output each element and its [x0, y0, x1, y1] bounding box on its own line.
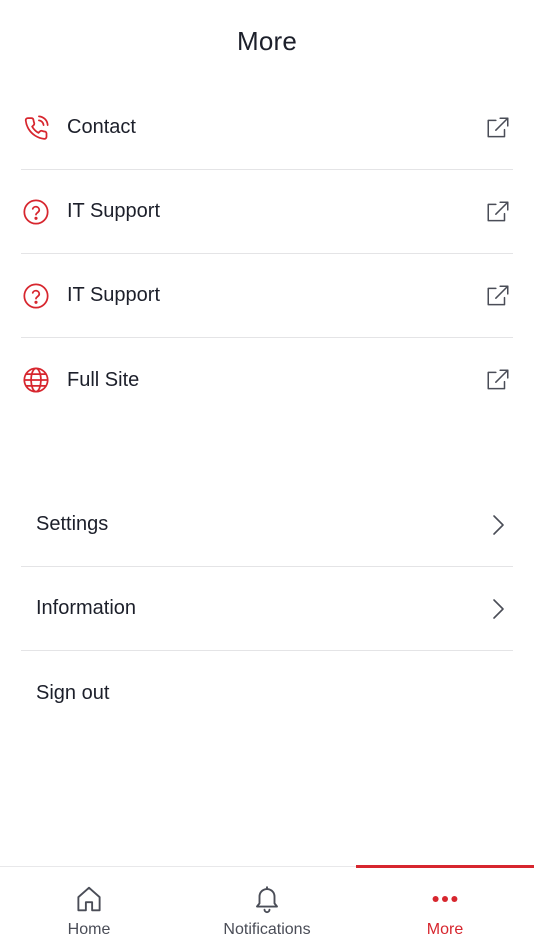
external-link-icon [485, 367, 511, 393]
menu-item-settings[interactable]: Settings [21, 483, 513, 567]
link-label: Contact [67, 116, 136, 138]
external-links-list: Contact IT Support IT Support Full Site [21, 86, 513, 422]
tab-label: More [426, 921, 464, 938]
tab-home[interactable]: Home [0, 867, 178, 951]
settings-menu-list: Settings Information Sign out [21, 483, 513, 735]
external-link-icon [485, 199, 511, 225]
link-full-site[interactable]: Full Site [21, 338, 513, 422]
link-label: Full Site [67, 368, 140, 391]
tab-notifications[interactable]: Notifications [178, 867, 356, 951]
external-link-icon [485, 115, 511, 141]
globe-icon [21, 365, 51, 395]
active-tab-indicator [356, 865, 534, 868]
external-link-icon [485, 283, 511, 309]
menu-item-label: Information [36, 597, 137, 619]
link-label: IT Support [67, 284, 161, 306]
menu-item-sign-out[interactable]: Sign out [21, 651, 513, 735]
link-it-support[interactable]: IT Support [21, 170, 513, 254]
menu-item-label: Sign out [36, 681, 110, 704]
home-icon [73, 883, 105, 915]
chevron-right-icon [491, 514, 505, 536]
bottom-tab-bar: Home Notifications More [0, 865, 534, 951]
link-label: IT Support [67, 200, 161, 222]
link-it-support-2[interactable]: IT Support [21, 254, 513, 338]
menu-item-label: Settings [36, 513, 109, 535]
bell-icon [251, 883, 283, 915]
tab-label: Notifications [223, 921, 311, 938]
chevron-right-icon [491, 598, 505, 620]
more-dots-icon [429, 883, 461, 915]
tab-more[interactable]: More [356, 865, 534, 951]
link-contact[interactable]: Contact [21, 86, 513, 170]
page-title: More [236, 26, 298, 56]
help-circle-icon [21, 197, 51, 227]
help-circle-icon [21, 281, 51, 311]
tab-label: Home [67, 921, 111, 938]
menu-item-information[interactable]: Information [21, 567, 513, 651]
phone-icon [21, 113, 51, 143]
